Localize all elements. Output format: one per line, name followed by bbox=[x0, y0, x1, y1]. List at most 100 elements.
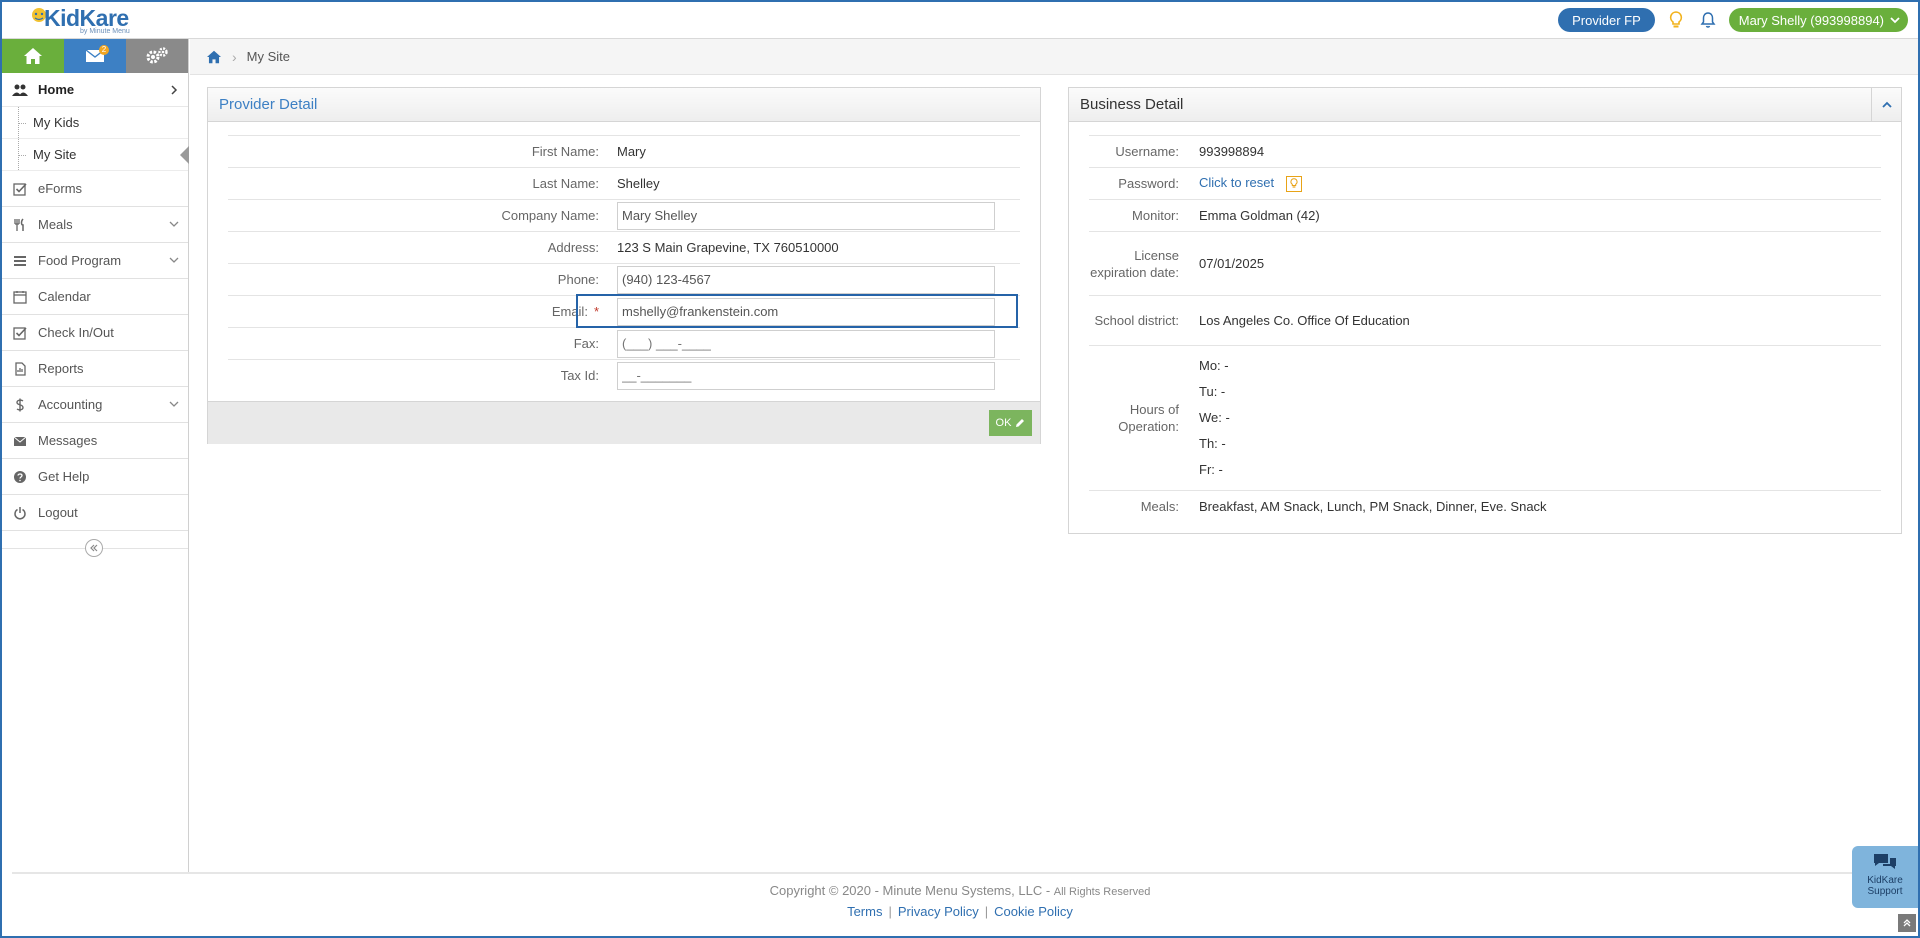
sidebar-item-label: Get Help bbox=[38, 469, 90, 484]
sidebar-item-check-in-out[interactable]: Check In/Out bbox=[2, 315, 188, 351]
sidebar-item-accounting[interactable]: Accounting bbox=[2, 387, 188, 423]
bell-icon[interactable] bbox=[1697, 8, 1719, 32]
sidebar-item-messages[interactable]: Messages bbox=[2, 423, 188, 459]
sidebar-item-meals[interactable]: Meals bbox=[2, 207, 188, 243]
meals-label: Meals: bbox=[1140, 499, 1179, 514]
hours-wednesday: We: - bbox=[1199, 410, 1230, 425]
sidebar-item-label: eForms bbox=[38, 181, 83, 196]
monitor-value: Emma Goldman (42) bbox=[1199, 208, 1320, 223]
first-name-row: First Name: Mary bbox=[228, 135, 1020, 167]
license-row: License expiration date: 07/01/2025 bbox=[1089, 231, 1881, 295]
sidebar-item-label: Reports bbox=[38, 361, 84, 376]
address-value: 123 S Main Grapevine, TX 760510000 bbox=[617, 240, 839, 255]
sidebar-item-reports[interactable]: Reports bbox=[2, 351, 188, 387]
sidebar-item-label: Accounting bbox=[38, 397, 103, 412]
tax-id-input[interactable] bbox=[617, 361, 995, 390]
cookie-policy-link[interactable]: Cookie Policy bbox=[994, 904, 1073, 919]
sidebar-item-label: Meals bbox=[38, 217, 73, 232]
fax-input[interactable] bbox=[617, 329, 995, 358]
link-separator: | bbox=[984, 904, 989, 919]
sidebar-item-logout[interactable]: Logout bbox=[2, 495, 188, 531]
hours-row: Hours of Operation: Mo: - Tu: - We: - Th… bbox=[1089, 345, 1881, 490]
chevron-right-icon bbox=[171, 85, 178, 95]
chevron-down-icon bbox=[1890, 17, 1900, 24]
home-icon bbox=[24, 48, 42, 64]
tab-settings[interactable] bbox=[126, 39, 188, 73]
hint-bulb-icon[interactable] bbox=[1285, 175, 1302, 192]
sidebar-item-label: Logout bbox=[38, 505, 78, 520]
first-name-value: Mary bbox=[617, 144, 646, 159]
meals-row: Meals: Breakfast, AM Snack, Lunch, PM Sn… bbox=[1089, 490, 1881, 522]
hours-tuesday: Tu: - bbox=[1199, 384, 1226, 399]
ok-button[interactable]: OK bbox=[989, 410, 1032, 436]
sidebar: 2 Home My Kids My Site eForms Meals Food P… bbox=[2, 39, 189, 874]
last-name-label: Last Name: bbox=[532, 176, 599, 191]
sidebar-item-my-kids[interactable]: My Kids bbox=[2, 107, 188, 139]
dollar-icon bbox=[12, 397, 28, 413]
link-separator: | bbox=[888, 904, 892, 919]
footer-links: Terms | Privacy Policy | Cookie Policy bbox=[190, 904, 1730, 919]
scroll-to-top-button[interactable] bbox=[1898, 914, 1916, 932]
hours-label: Hours of Operation: bbox=[1118, 402, 1179, 434]
hours-thursday: Th: - bbox=[1199, 436, 1226, 451]
kidkare-support-button[interactable]: KidKare Support bbox=[1852, 846, 1918, 908]
list-icon bbox=[12, 253, 28, 269]
meals-value: Breakfast, AM Snack, Lunch, PM Snack, Di… bbox=[1199, 499, 1547, 514]
sidebar-item-label: Food Program bbox=[38, 253, 122, 268]
chevron-down-icon bbox=[169, 401, 179, 407]
sidebar-item-label: Messages bbox=[38, 433, 98, 448]
tab-home[interactable] bbox=[2, 39, 64, 73]
rights-reserved: All Rights Reserved bbox=[1053, 886, 1151, 898]
ok-button-label: OK bbox=[995, 417, 1012, 429]
last-name-value: Shelley bbox=[617, 176, 660, 191]
check-square-icon bbox=[12, 181, 28, 197]
collapse-sidebar-button[interactable] bbox=[85, 539, 103, 557]
hours-monday: Mo: - bbox=[1199, 358, 1229, 373]
sidebar-item-get-help[interactable]: Get Help bbox=[2, 459, 188, 495]
last-name-row: Last Name: Shelley bbox=[228, 167, 1020, 199]
breadcrumb-current: My Site bbox=[246, 49, 291, 64]
privacy-policy-link[interactable]: Privacy Policy bbox=[898, 904, 979, 919]
envelope-icon bbox=[12, 433, 28, 449]
tax-id-label: Tax Id: bbox=[560, 368, 599, 383]
home-icon[interactable] bbox=[206, 50, 222, 64]
chevron-up-icon bbox=[1881, 101, 1892, 108]
collapse-panel-button[interactable] bbox=[1871, 88, 1901, 122]
required-asterisk: * bbox=[593, 304, 599, 319]
sidebar-item-my-site[interactable]: My Site bbox=[2, 139, 189, 171]
sidebar-item-home[interactable]: Home bbox=[2, 73, 188, 107]
double-chevron-up-icon bbox=[1903, 919, 1911, 927]
user-menu-button[interactable]: Mary Shelly (993998894) bbox=[1728, 8, 1908, 32]
fax-label: Fax: bbox=[573, 336, 599, 351]
utensils-icon bbox=[12, 217, 28, 233]
monitor-label: Monitor: bbox=[1132, 208, 1179, 223]
address-label: Address: bbox=[547, 240, 599, 255]
sidebar-item-food-program[interactable]: Food Program bbox=[2, 243, 188, 279]
company-name-row: Company Name: bbox=[228, 199, 1020, 231]
panel-title: Business Detail bbox=[1069, 88, 1901, 122]
email-input[interactable] bbox=[617, 297, 995, 326]
lightbulb-icon[interactable] bbox=[1665, 8, 1687, 32]
gears-icon bbox=[146, 47, 168, 64]
terms-link[interactable]: Terms bbox=[847, 904, 882, 919]
chevron-down-icon bbox=[169, 221, 179, 227]
reset-password-link[interactable]: Click to reset bbox=[1199, 175, 1274, 190]
hours-list: Mo: - Tu: - We: - Th: - Fr: - bbox=[1199, 353, 1230, 483]
breadcrumb-separator: › bbox=[232, 48, 237, 65]
provider-fp-button[interactable]: Provider FP bbox=[1558, 8, 1655, 32]
address-row: Address: 123 S Main Grapevine, TX 760510… bbox=[228, 231, 1020, 263]
hours-friday: Fr: - bbox=[1199, 462, 1223, 477]
footer: Copyright © 2020 - Minute Menu Systems, … bbox=[190, 874, 1730, 919]
check-square-icon bbox=[12, 325, 28, 341]
business-detail-panel: Business Detail Username: 993998894 Pass… bbox=[1068, 87, 1902, 534]
phone-input[interactable] bbox=[617, 265, 995, 294]
phone-label: Phone: bbox=[557, 272, 599, 287]
power-icon bbox=[12, 505, 28, 521]
company-name-input[interactable] bbox=[617, 201, 995, 230]
sidebar-item-eforms[interactable]: eForms bbox=[2, 171, 188, 207]
email-label-wrap: Email: * bbox=[228, 304, 617, 319]
fax-row: Fax: bbox=[228, 327, 1020, 359]
logo-subtext: by Minute Menu bbox=[80, 28, 130, 35]
tab-messages[interactable]: 2 bbox=[64, 39, 126, 73]
sidebar-item-calendar[interactable]: Calendar bbox=[2, 279, 188, 315]
